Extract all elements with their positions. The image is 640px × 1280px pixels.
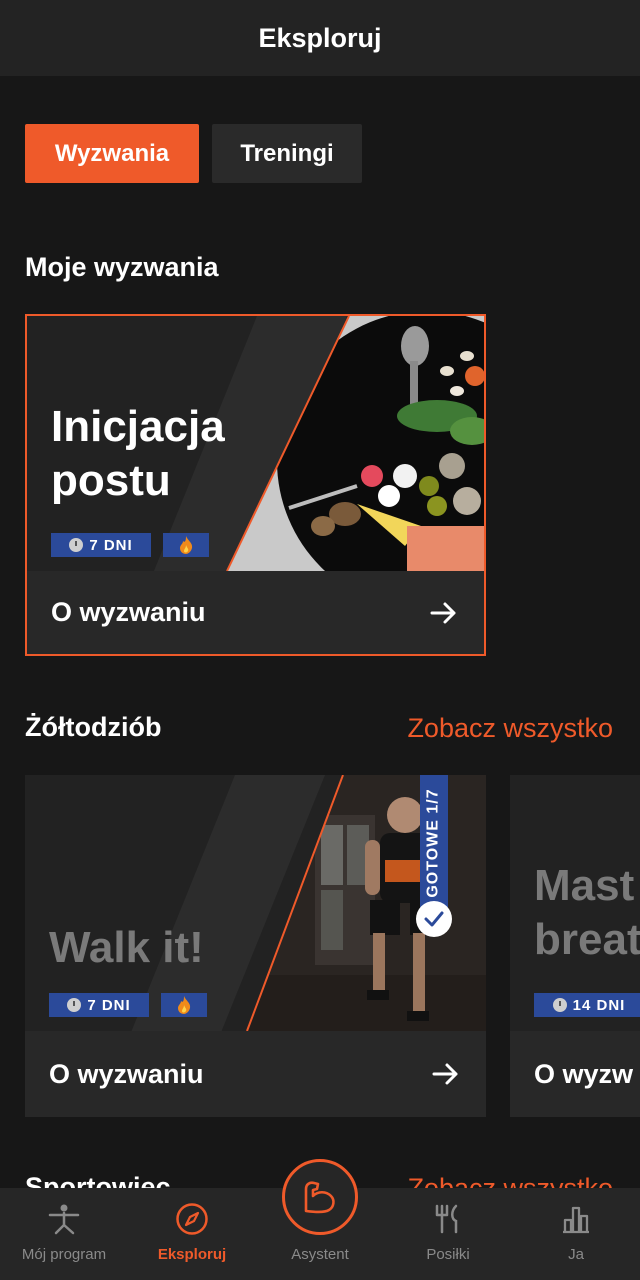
page-title: Eksploruj [258, 22, 382, 53]
challenge-card-walk-it[interactable]: GOTOWE 1/7 Walk it! 7 DNI O wyzwaniu [25, 775, 486, 1117]
card-title: Walk it! [49, 923, 204, 972]
section-title-beginner: Żółtodziób [25, 712, 162, 742]
days-badge: 7 DNI [49, 993, 149, 1017]
see-all-beginner-link[interactable]: Zobacz wszystko [407, 713, 613, 744]
days-badge-label: 14 DNI [572, 996, 626, 1014]
tab-my-program[interactable]: Mój program [0, 1188, 128, 1280]
about-challenge-button[interactable]: O wyzwaniu [27, 571, 484, 654]
about-challenge-button[interactable]: O wyzw [510, 1031, 640, 1117]
tab-me[interactable]: Ja [512, 1188, 640, 1280]
check-icon [416, 901, 452, 937]
about-challenge-button[interactable]: O wyzwaniu [25, 1031, 486, 1117]
clock-icon [552, 998, 567, 1012]
flame-icon [163, 533, 209, 557]
card-title-line2: postu [51, 455, 171, 505]
days-badge: 14 DNI [534, 993, 640, 1017]
card-hero: GOTOWE 1/7 Walk it! 7 DNI [25, 775, 486, 1031]
assistant-button[interactable] [282, 1159, 358, 1235]
clock-icon [67, 998, 82, 1012]
days-badge: 7 DNI [51, 533, 151, 557]
card-hero: Inicjacja postu 7 DNI [27, 316, 484, 571]
card-title-line2: breat [534, 914, 640, 964]
about-challenge-label: O wyzw [534, 1058, 634, 1089]
arrow-right-icon [432, 1063, 458, 1085]
clock-icon [69, 538, 84, 552]
tab-meals[interactable]: Posiłki [384, 1188, 512, 1280]
tab-wyzwania[interactable]: Wyzwania [25, 124, 199, 183]
progress-label: GOTOWE 1/7 [425, 787, 442, 898]
bicep-icon [304, 1181, 335, 1214]
challenge-card-fasting[interactable]: Inicjacja postu 7 DNI O wyzwaniu [25, 314, 486, 656]
flame-icon [161, 993, 207, 1017]
about-challenge-label: O wyzwaniu [51, 597, 206, 627]
tab-treningi[interactable]: Treningi [212, 124, 362, 183]
challenge-card-breath[interactable]: Mast breat 14 DNI O wyzw [510, 775, 640, 1117]
compass-icon [175, 1202, 209, 1236]
days-badge-label: 7 DNI [87, 996, 131, 1014]
section-title-my-challenges: Moje wyzwania [25, 252, 219, 282]
days-badge-label: 7 DNI [89, 536, 133, 554]
bar-chart-icon [560, 1202, 592, 1236]
tab-explore[interactable]: Eksploruj [128, 1188, 256, 1280]
cutlery-icon [432, 1202, 464, 1236]
card-hero: Mast breat 14 DNI [510, 775, 640, 1031]
tab-label: Ja [568, 1246, 584, 1263]
tab-label: Asystent [291, 1246, 349, 1263]
card-title-line1: Inicjacja [51, 402, 225, 451]
tab-label: Mój program [21, 1246, 107, 1263]
tab-label: Posiłki [426, 1246, 470, 1263]
about-challenge-label: O wyzwaniu [49, 1058, 204, 1089]
arrow-right-icon [430, 602, 456, 623]
tab-label: Eksploruj [157, 1246, 227, 1263]
top-bar: Eksploruj [0, 0, 640, 76]
card-title-line1: Mast [534, 861, 635, 910]
progress-badge: GOTOWE 1/7 [420, 775, 448, 910]
yoga-pose-icon [47, 1202, 81, 1236]
